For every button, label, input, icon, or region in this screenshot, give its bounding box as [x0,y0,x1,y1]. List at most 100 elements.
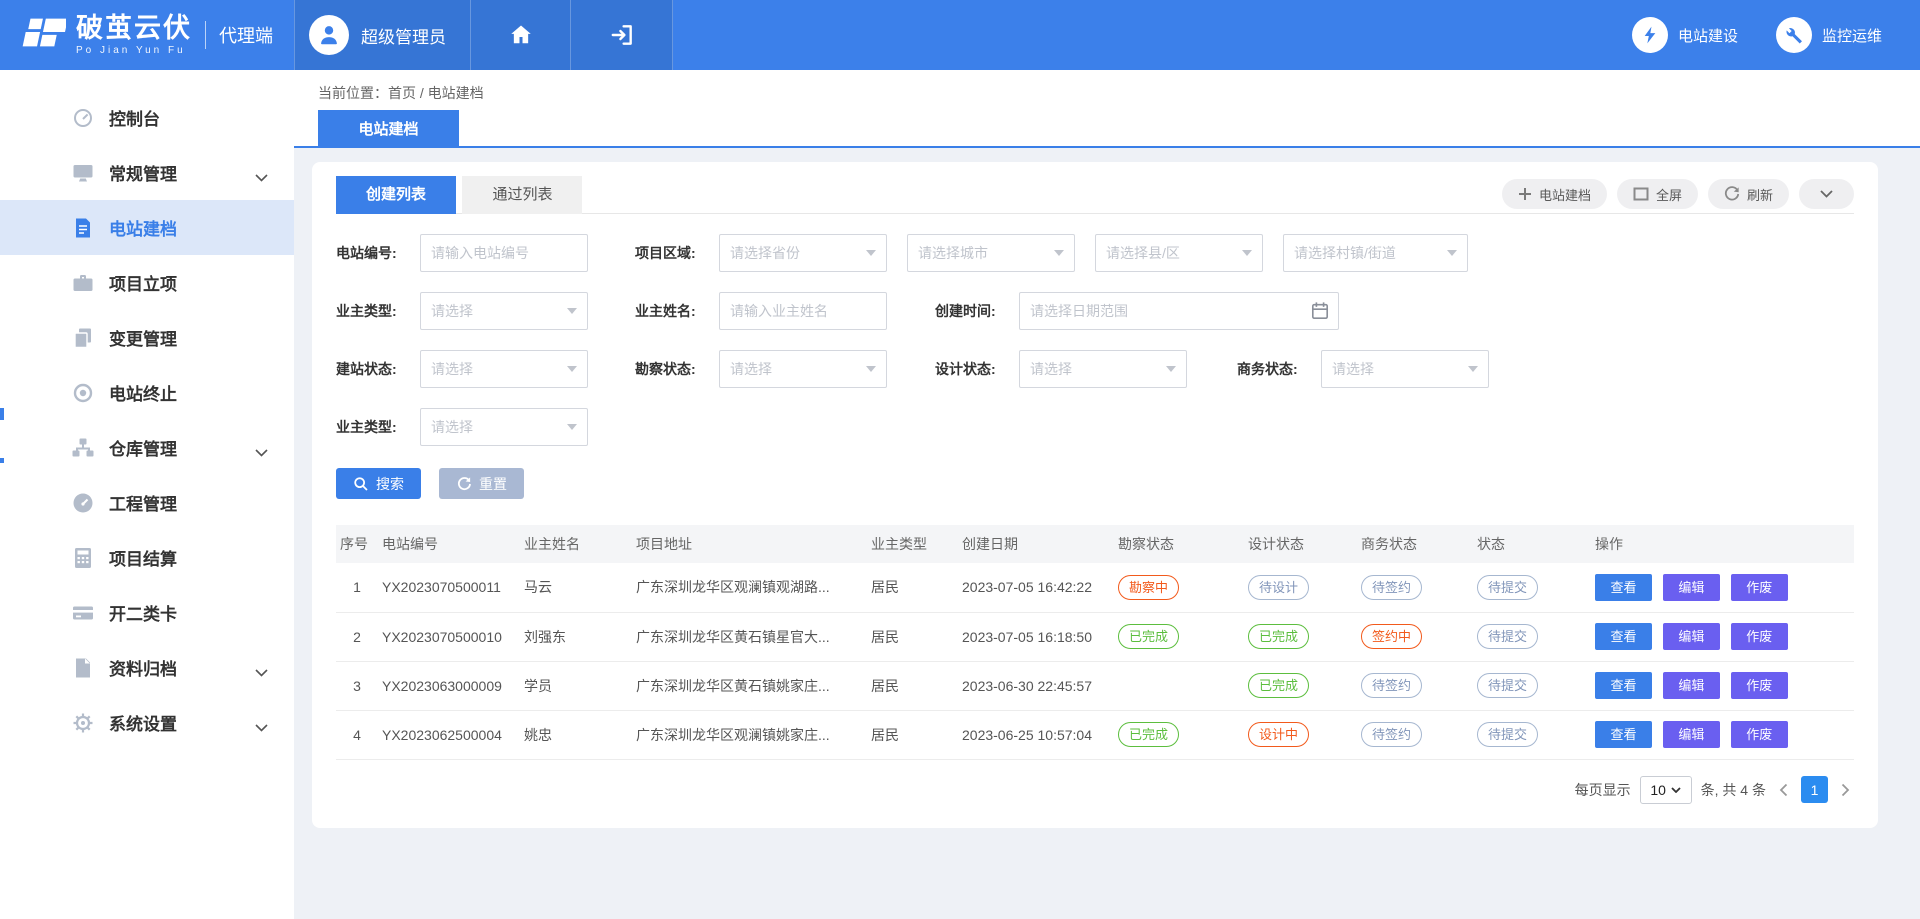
scroll-indicator[interactable] [0,408,4,420]
edit-button[interactable]: 编辑 [1663,574,1720,601]
void-button[interactable]: 作废 [1731,574,1788,601]
calendar-icon [1311,301,1329,325]
briefcase-icon [72,272,94,294]
col-station-code: 电站编号 [378,525,520,563]
reset-button[interactable]: 重置 [439,468,524,499]
sidebar-item-general-management[interactable]: 常规管理 [0,145,294,200]
sidebar-item-engineering-management[interactable]: 工程管理 [0,475,294,530]
reset-icon [456,476,472,492]
station-code-input[interactable] [420,234,588,272]
sidebar-item-label: 资料归档 [109,655,177,680]
topbar: 破茧云伏 Po Jian Yun Fu 代理端 超级管理员 电站建设 [0,0,1920,70]
design-status-select[interactable]: 请选择 [1019,350,1187,388]
table-row: 3 YX2023063000009 学员 广东深圳龙华区黄石镇姚家庄... 居民… [336,661,1854,710]
caret-down-icon [1447,250,1457,256]
sidebar-item-project-initiation[interactable]: 项目立项 [0,255,294,310]
row-created-date: 2023-06-30 22:45:57 [958,661,1114,710]
view-button[interactable]: 查看 [1595,721,1652,748]
user-menu[interactable]: 超级管理员 [294,0,471,70]
row-created-date: 2023-07-05 16:18:50 [958,612,1114,661]
filter-actions: 搜索 重置 [336,468,1854,499]
next-page-button[interactable] [1837,783,1854,797]
caret-down-icon [567,308,577,314]
build-status-select[interactable]: 请选择 [420,350,588,388]
select-placeholder: 请选择村镇/街道 [1294,243,1396,263]
tab-passed-list[interactable]: 通过列表 [462,176,582,214]
filter-owner-type: 业主类型: 请选择 [336,292,588,330]
chevron-left-icon [1779,783,1788,797]
filter-label: 业主类型: [336,417,420,437]
row-owner-type: 居民 [867,563,958,612]
county-select[interactable]: 请选择县/区 [1095,234,1263,272]
collapse-toolbar-button[interactable] [1799,179,1854,209]
nav-station-build[interactable]: 电站建设 [1632,0,1738,70]
table-row: 1 YX2023070500011 马云 广东深圳龙华区观澜镇观湖路... 居民… [336,563,1854,612]
logout-button[interactable] [571,0,673,70]
sidebar-item-change-management[interactable]: 变更管理 [0,310,294,365]
sidebar-item-dashboard[interactable]: 控制台 [0,90,294,145]
total-count-label: 条, 共 4 条 [1701,780,1766,800]
topbar-spacer [673,0,1632,70]
city-select[interactable]: 请选择城市 [907,234,1075,272]
home-button[interactable] [471,0,571,70]
prev-page-button[interactable] [1775,783,1792,797]
edit-button[interactable]: 编辑 [1663,672,1720,699]
breadcrumb-path[interactable]: 首页 / 电站建档 [388,85,484,101]
row-owner-type: 居民 [867,710,958,759]
scroll-indicator[interactable] [0,458,4,463]
reset-label: 重置 [479,474,507,494]
caret-down-icon [1242,250,1252,256]
page-tab-station-archive[interactable]: 电站建档 [318,110,459,146]
table-header-row: 序号 电站编号 业主姓名 项目地址 业主类型 创建日期 勘察状态 设计状态 商务… [336,525,1854,563]
owner-type-2-select[interactable]: 请选择 [420,408,588,446]
void-button[interactable]: 作废 [1731,623,1788,650]
card-icon [72,602,94,624]
design-status-badge: 设计中 [1248,722,1309,747]
filter-label: 勘察状态: [635,359,719,379]
filter-label: 创建时间: [935,301,1019,321]
row-project-address: 广东深圳龙华区观澜镇观湖路... [632,563,867,612]
row-owner-type: 居民 [867,661,958,710]
nav-monitor-ops[interactable]: 监控运维 [1776,0,1882,70]
refresh-button[interactable]: 刷新 [1708,179,1789,209]
gauge-icon [72,492,94,514]
void-button[interactable]: 作废 [1731,721,1788,748]
page-number-1[interactable]: 1 [1801,776,1828,803]
sidebar-item-open-type2-card[interactable]: 开二类卡 [0,585,294,640]
view-button[interactable]: 查看 [1595,623,1652,650]
province-select[interactable]: 请选择省份 [719,234,887,272]
survey-status-badge: 勘察中 [1118,575,1179,600]
plus-icon [1518,187,1532,201]
sidebar-item-station-termination[interactable]: 电站终止 [0,365,294,420]
edit-button[interactable]: 编辑 [1663,623,1720,650]
town-select[interactable]: 请选择村镇/街道 [1283,234,1468,272]
view-button[interactable]: 查看 [1595,672,1652,699]
chevron-down-icon [255,719,268,737]
business-status-badge: 待签约 [1361,722,1422,747]
search-icon [353,476,369,492]
create-station-button[interactable]: 电站建档 [1502,179,1607,209]
date-range-input[interactable] [1019,292,1339,330]
filter-label: 业主姓名: [635,301,719,321]
edit-button[interactable]: 编辑 [1663,721,1720,748]
fullscreen-button[interactable]: 全屏 [1617,179,1698,209]
owner-name-input[interactable] [719,292,887,330]
tab-create-list[interactable]: 创建列表 [336,176,456,214]
void-button[interactable]: 作废 [1731,672,1788,699]
sidebar-item-warehouse-management[interactable]: 仓库管理 [0,420,294,475]
sidebar-item-station-archive[interactable]: 电站建档 [0,200,294,255]
per-page-value: 10 [1650,782,1666,798]
document-icon [72,217,94,239]
search-button[interactable]: 搜索 [336,468,421,499]
list-card: 创建列表 通过列表 电站建档 全屏 刷新 [312,162,1878,828]
row-owner-name: 刘强东 [520,612,632,661]
per-page-select[interactable]: 10 [1640,776,1692,804]
sidebar-item-data-archive[interactable]: 资料归档 [0,640,294,695]
survey-status-select[interactable]: 请选择 [719,350,887,388]
owner-type-select[interactable]: 请选择 [420,292,588,330]
sidebar-item-system-settings[interactable]: 系统设置 [0,695,294,750]
view-button[interactable]: 查看 [1595,574,1652,601]
business-status-select[interactable]: 请选择 [1321,350,1489,388]
sidebar-item-project-settlement[interactable]: 项目结算 [0,530,294,585]
col-seq: 序号 [336,525,378,563]
